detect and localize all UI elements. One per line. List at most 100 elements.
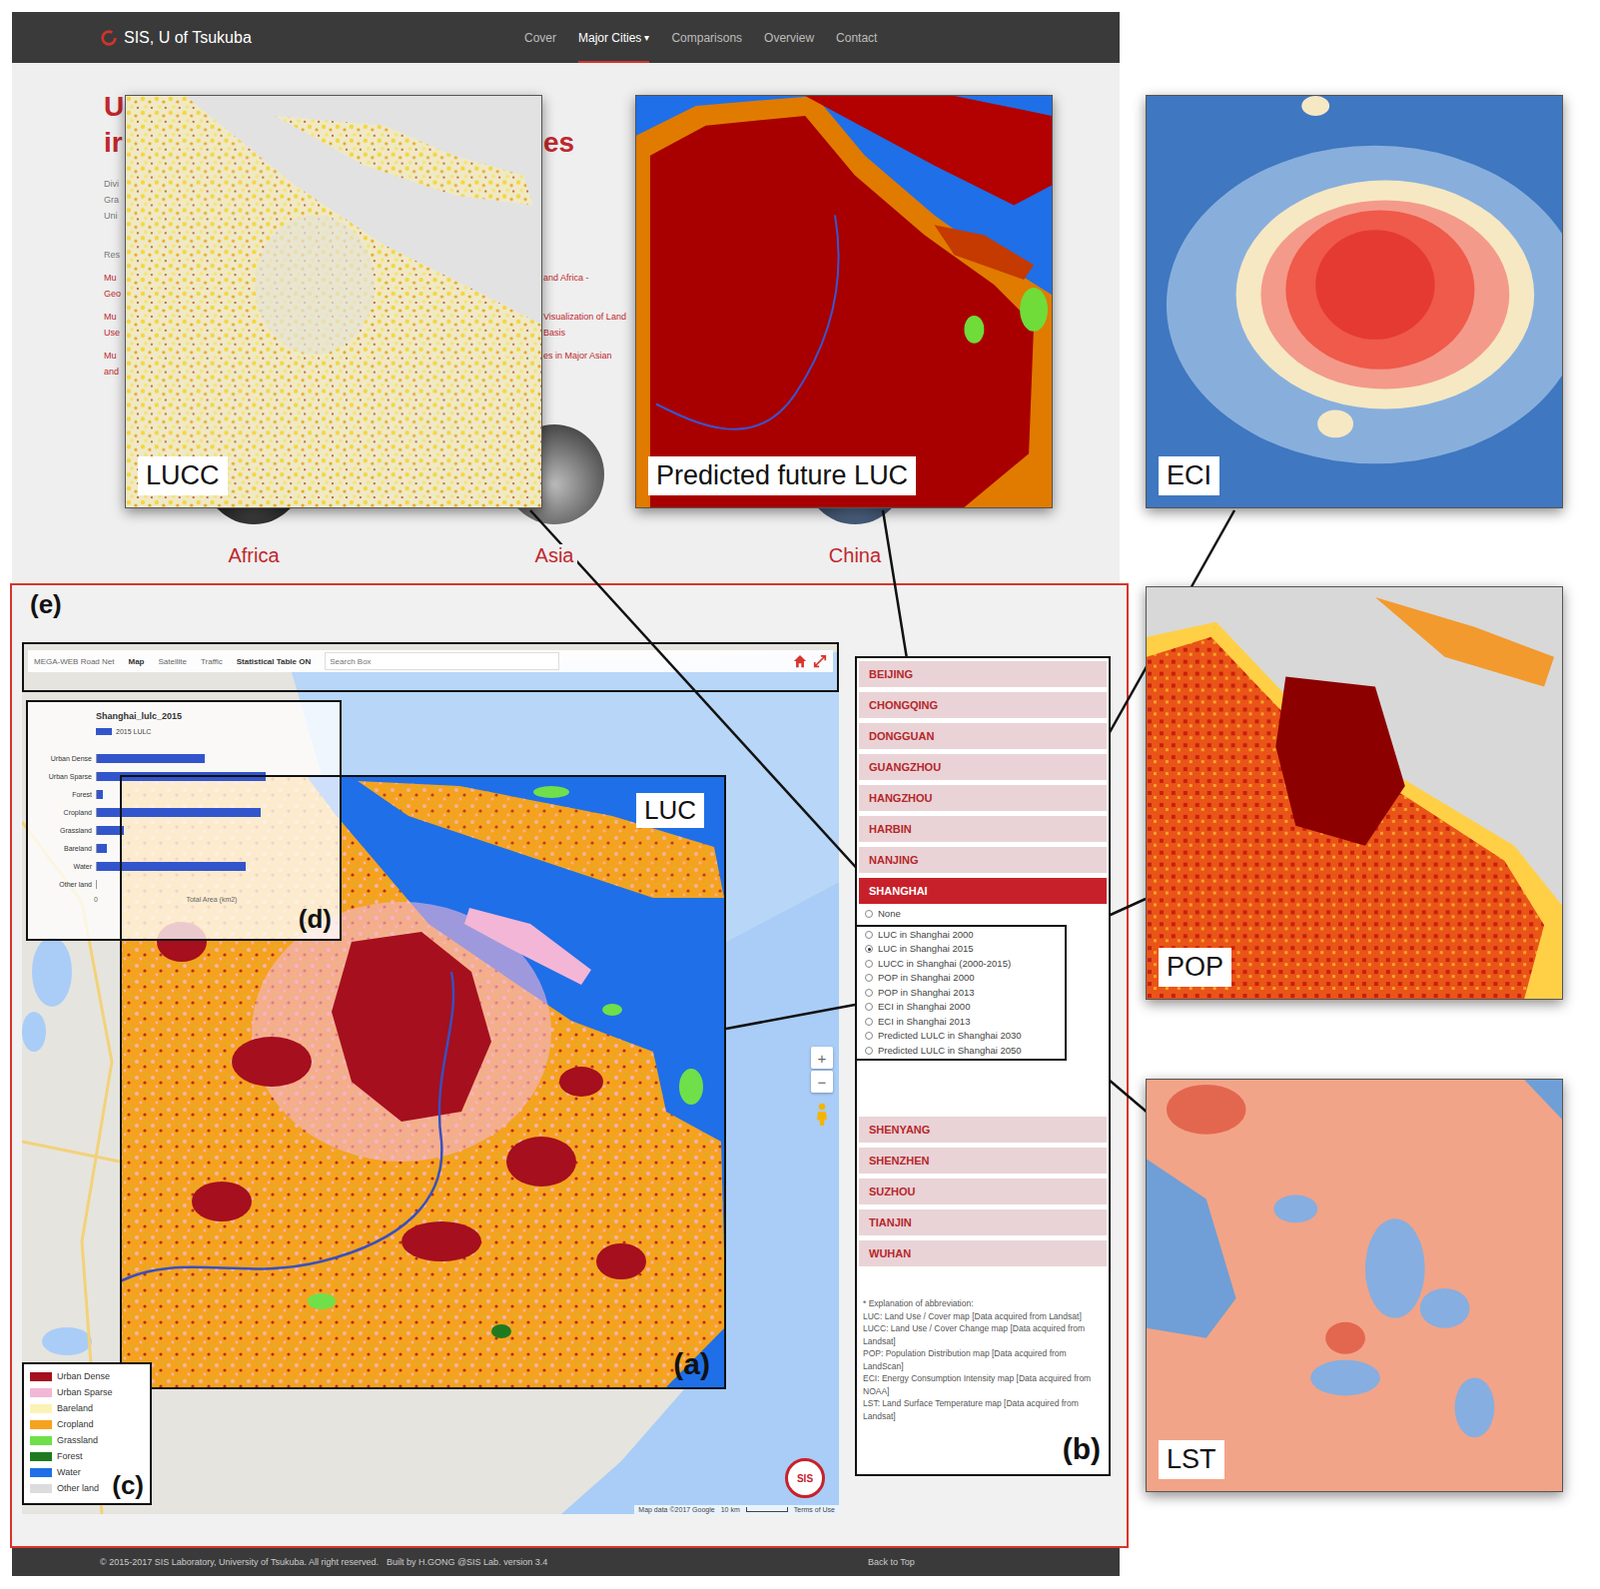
layer-option[interactable]: ECI in Shanghai 2000 [864,999,1065,1015]
note-item: ECI: Energy Consumption Intensity map [D… [862,1372,1099,1398]
thumbnail-label: ECI [1158,456,1220,496]
nav-item[interactable]: Comparisons [671,11,743,63]
search-box[interactable] [324,652,560,671]
back-to-top-link[interactable]: Back to Top [867,1557,915,1568]
brand[interactable]: SIS, U of Tsukuba [11,11,525,63]
legend-item: Urban Sparse [29,1384,144,1401]
layer-options: LUC in Shanghai 2000LUC in Shanghai 2015… [854,924,1067,1062]
note-item: POP: Population Distribution map [Data a… [862,1347,1099,1373]
city-item[interactable]: WUHAN [858,1240,1107,1267]
chart-row: Other land [33,874,334,893]
chart-row: Grassland [33,820,334,839]
luc-layer-frame: LUC (a) [119,775,727,1390]
home-icon[interactable] [793,654,807,669]
legend-item: Cropland [29,1416,144,1433]
map-thumbnail: LUCC [124,94,543,509]
region-label: Asia [531,544,579,568]
radio-icon [864,909,873,918]
pegman-icon[interactable] [814,1102,829,1127]
city-item[interactable]: DONGGUAN [858,723,1107,750]
city-item[interactable]: CHONGQING [858,692,1107,719]
abbreviation-notes: * Explanation of abbreviation:LUC: Land … [858,1297,1103,1423]
predicted-luc-map [636,95,1052,508]
toolbar-button[interactable]: Statistical Table ON [236,657,312,667]
chart-row: Cropland [33,802,334,821]
map-legend: Urban DenseUrban SparseBarelandCroplandG… [21,1362,152,1506]
lucc-map [125,95,542,508]
layer-option[interactable]: Predicted LULC in Shanghai 2050 [864,1043,1065,1059]
layer-option[interactable]: Predicted LULC in Shanghai 2030 [864,1028,1065,1044]
map[interactable]: MEGA-WEB Road Net Map Satellite Traffic Stat… [21,642,839,1515]
chart-title: Shanghai_lulc_2015 [33,710,334,723]
eci-map [1146,95,1563,508]
figure-label: (a) [673,1347,711,1382]
toolbar-button[interactable]: Map [127,657,144,667]
thumbnail-label: LUCC [137,456,228,496]
radio-icon [864,1031,873,1040]
layer-option[interactable]: POP in Shanghai 2013 [864,985,1065,1001]
radio-icon [864,959,873,968]
nav-item[interactable]: Contact [835,11,877,63]
figure: SIS, U of TsukubaCover Major Cities▾ Compa… [0,0,1600,1589]
layer-option[interactable]: LUC in Shanghai 2000 [864,927,1065,943]
city-item[interactable]: HARBIN [858,815,1107,842]
city-item[interactable]: SHENZHEN [858,1147,1107,1174]
radio-icon [864,944,873,953]
map-thumbnail: ECI [1145,94,1564,509]
radio-icon [864,973,873,982]
copyright: © 2015-2017 SIS Laboratory, University o… [99,1557,379,1568]
toolbar-button[interactable]: Satellite [157,657,186,667]
layer-option[interactable]: ECI in Shanghai 2013 [864,1014,1065,1030]
radio-icon [864,1046,873,1055]
layer-option[interactable]: LUCC in Shanghai (2000-2015) [864,956,1065,972]
zoom-in-button[interactable]: + [810,1046,833,1069]
city-item[interactable]: NANJING [858,846,1107,873]
terms-link[interactable]: Terms of Use [794,1506,835,1514]
layer-option[interactable]: LUC in Shanghai 2015 [864,941,1065,957]
caret-icon: ▾ [644,31,650,43]
figure-label: (c) [111,1470,144,1502]
chart-axis: 0Total Area (km2) [93,894,326,905]
chart-bar [96,843,107,853]
nav-item[interactable]: Cover [524,11,557,63]
layer-label: LUC [636,793,705,828]
nav-menu: Cover Major Cities▾ Comparisons Overview Con… [524,11,877,63]
note-item: LUC: Land Use / Cover map [Data acquired… [862,1310,1099,1324]
city-item[interactable]: GUANGZHOU [858,754,1107,781]
note-item: LST: Land Surface Temperature map [Data … [862,1397,1099,1423]
note-item: LUCC: Land Use / Cover Change map [Data … [862,1322,1099,1348]
layer-option[interactable]: POP in Shanghai 2000 [864,970,1065,986]
sis-logo: SIS [785,1458,825,1499]
toolbar-button[interactable]: Traffic [200,657,223,667]
chart-legend: 2015 LULC [33,726,334,738]
radio-icon [864,1017,873,1026]
city-layer-list: BEIJING CHONGQING DONGGUAN GUANGZHOU HANGZHO… [854,656,1111,1477]
city-item[interactable]: TIANJIN [858,1209,1107,1236]
pop-map [1146,587,1563,999]
city-item[interactable]: SHENYANG [858,1116,1107,1143]
navbar: SIS, U of TsukubaCover Major Cities▾ Compa… [11,11,1120,63]
thumbnail-label: LST [1158,1440,1225,1480]
map-toolbar: MEGA-WEB Road Net Map Satellite Traffic Stat… [21,642,839,693]
nav-item[interactable]: Overview [764,11,814,63]
fullscreen-icon[interactable] [812,654,827,669]
layer-option[interactable]: None [858,906,1107,922]
chart-bar [96,754,205,764]
nav-item[interactable]: Major Cities▾ [578,11,650,63]
zoom-out-button[interactable]: − [810,1070,833,1093]
map-thumbnail: Predicted future LUC [635,94,1053,509]
thumbnail-label: Predicted future LUC [648,456,916,496]
figure-label: (e) [29,589,62,620]
radio-icon [864,988,873,997]
credit: Built by H.GONG @SIS Lab. version 3.4 [386,1557,548,1568]
map-thumbnail: LST [1145,1078,1564,1493]
chart-row: Forest [33,785,334,803]
toolbar-button[interactable]: MEGA-WEB Road Net [33,657,114,667]
city-item[interactable]: BEIJING [858,661,1107,688]
city-item[interactable]: HANGZHOU [858,785,1107,811]
legend-item: Urban Dense [29,1368,144,1385]
city-item[interactable]: SUZHOU [858,1178,1107,1205]
region-label: China [824,544,885,568]
chart-row: Bareland [33,838,334,857]
city-item[interactable]: SHANGHAI [858,877,1107,904]
